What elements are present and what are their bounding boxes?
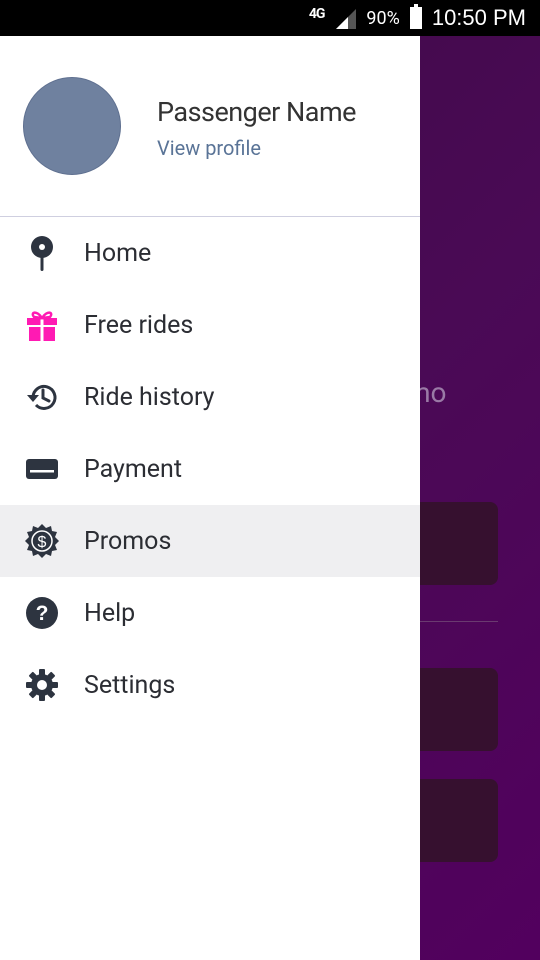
divider	[420, 621, 498, 622]
profile-header[interactable]: Passenger Name View profile	[0, 36, 420, 217]
menu-item-label: Ride history	[84, 382, 215, 412]
menu-item-label: Settings	[84, 670, 176, 700]
menu-item-help[interactable]: ? Help	[0, 577, 420, 649]
network-indicator: 4G	[308, 6, 326, 22]
menu-item-settings[interactable]: Settings	[0, 649, 420, 721]
menu-item-promos[interactable]: $ Promos	[0, 505, 420, 577]
menu-item-home[interactable]: Home	[0, 217, 420, 289]
menu-item-ride-history[interactable]: Ride history	[0, 361, 420, 433]
menu-item-label: Help	[84, 598, 136, 628]
history-icon	[24, 379, 60, 415]
clock: 10:50 PM	[431, 5, 526, 30]
promo-badge-icon: $	[24, 523, 60, 559]
svg-text:?: ?	[36, 602, 49, 625]
menu-item-label: Promos	[84, 526, 172, 556]
navigation-drawer: Passenger Name View profile Home Free ri…	[0, 36, 420, 960]
menu-item-label: Payment	[84, 454, 183, 484]
battery-percent: 90%	[366, 7, 400, 29]
menu-item-label: Home	[84, 238, 152, 268]
view-profile-link[interactable]: View profile	[157, 136, 261, 160]
drawer-menu: Home Free rides Ride history Payment $ P…	[0, 217, 420, 721]
menu-item-label: Free rides	[84, 310, 194, 340]
help-icon: ?	[24, 595, 60, 631]
map-pin-icon	[24, 235, 60, 271]
gear-icon	[24, 667, 60, 703]
passenger-name: Passenger Name	[157, 96, 356, 128]
avatar[interactable]	[23, 77, 121, 175]
svg-text:$: $	[38, 534, 47, 551]
signal-icon	[336, 9, 357, 29]
menu-item-payment[interactable]: Payment	[0, 433, 420, 505]
gift-icon	[24, 307, 60, 343]
credit-card-icon	[24, 451, 60, 487]
status-bar: 4G 90% 10:50 PM	[0, 0, 540, 36]
menu-item-free-rides[interactable]: Free rides	[0, 289, 420, 361]
battery-icon	[409, 4, 422, 29]
